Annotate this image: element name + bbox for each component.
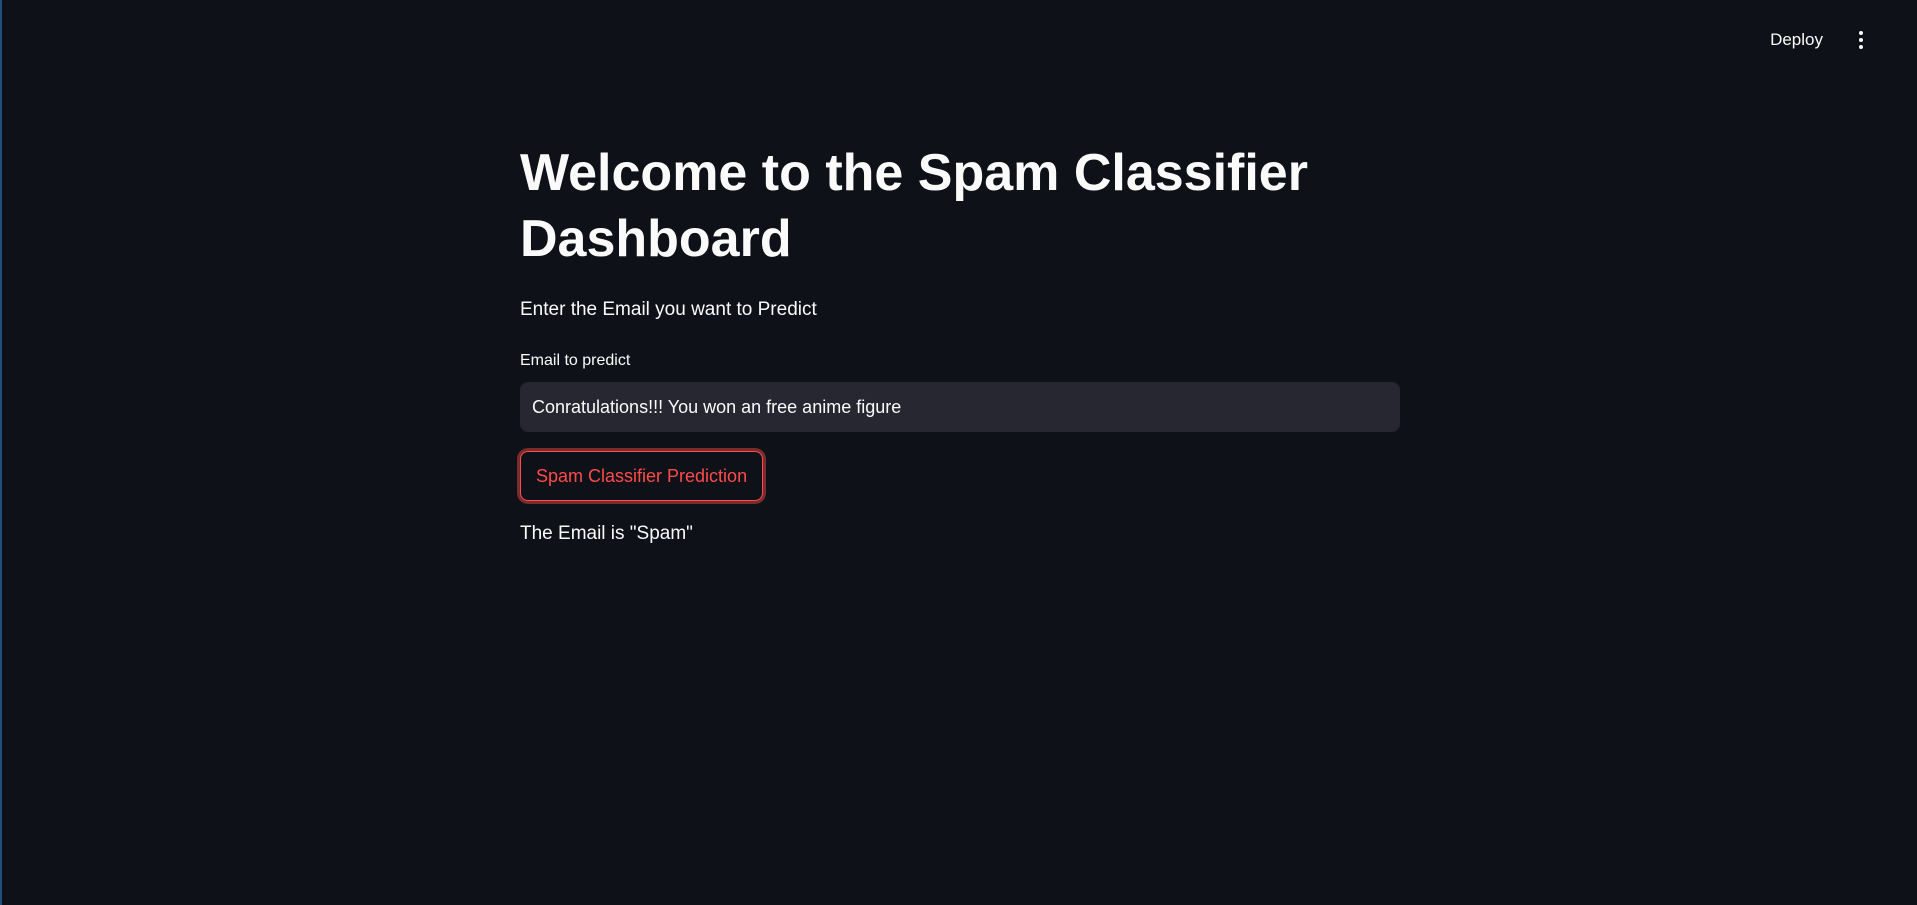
email-field-label: Email to predict	[520, 352, 631, 369]
email-input[interactable]	[520, 382, 1400, 432]
vertical-ellipsis-icon	[1859, 31, 1863, 35]
instruction-text: Enter the Email you want to Predict	[520, 299, 817, 320]
page-title: Welcome to the Spam Classifier Dashboard	[520, 144, 1308, 268]
main-menu-button[interactable]	[1849, 28, 1873, 52]
top-toolbar: Deploy	[1766, 0, 1917, 80]
main-content: Welcome to the Spam Classifier Dashboard…	[520, 140, 1400, 545]
vertical-ellipsis-icon	[1859, 38, 1863, 42]
spam-classifier-prediction-button[interactable]: Spam Classifier Prediction	[520, 451, 764, 501]
prediction-result: The Email is "Spam"	[520, 523, 693, 544]
app-window: Deploy Welcome to the Spam Classifier Da…	[0, 0, 1917, 905]
vertical-ellipsis-icon	[1859, 45, 1863, 49]
deploy-button[interactable]: Deploy	[1766, 24, 1827, 56]
